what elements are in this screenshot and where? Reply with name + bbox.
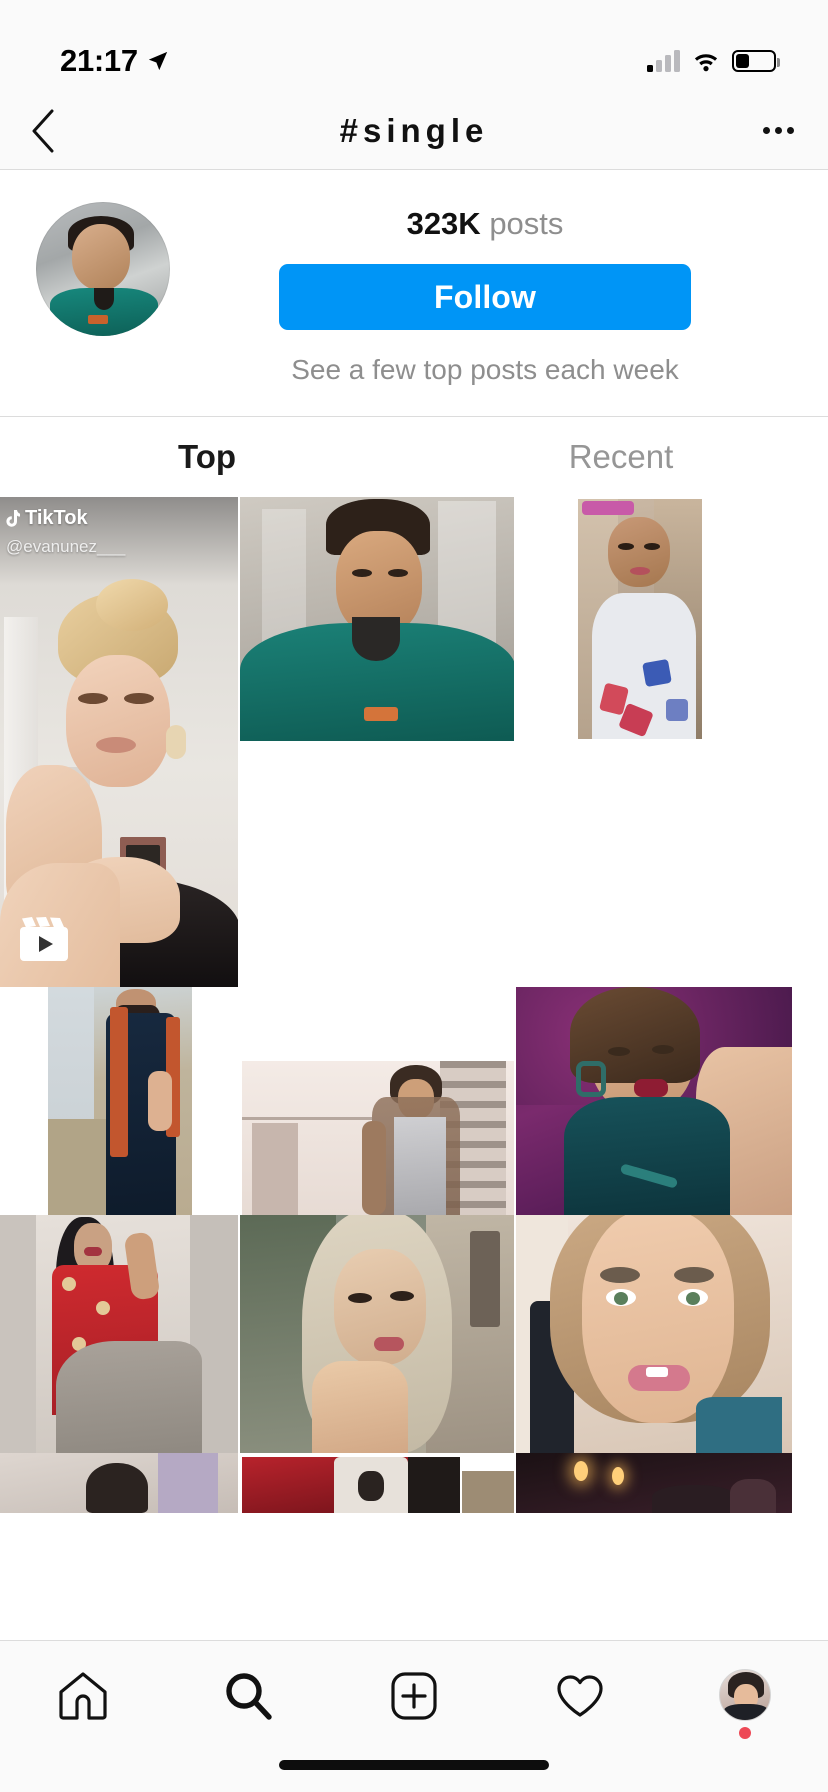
profile-avatar [719,1669,772,1721]
status-time: 21:17 [60,43,138,78]
posts-count-line: 323K posts [407,206,564,242]
avatar-shirt [50,288,158,336]
activity-heart-icon [556,1675,603,1717]
post-image [242,1061,514,1215]
more-options-icon [763,127,770,134]
post-woman-saree[interactable] [0,987,240,1215]
post-woman-blonde-selfie[interactable] [516,1215,792,1453]
tiktok-watermark: TikTok [4,507,88,530]
post-tall-makeup[interactable]: TikTok @evanunez___ [0,497,240,987]
nav-profile[interactable] [662,1669,828,1739]
location-arrow-icon [148,51,167,71]
post-image [242,1457,460,1513]
post-image [516,1453,792,1513]
post-girl-earphones[interactable] [516,497,792,741]
grid-row-5-partial [0,1453,828,1513]
post-image [0,497,238,987]
hashtag-avatar[interactable] [36,202,170,336]
post-man-teal-sweater[interactable] [240,497,516,741]
cellular-signal-icon [647,50,680,72]
post-partial-left[interactable] [0,1453,240,1513]
status-bar: 21:17 [0,0,828,92]
post-image [240,497,514,741]
hashtag-meta: 323K posts Follow See a few top posts ea… [170,196,800,386]
post-image [0,1215,238,1453]
posts-label: posts [489,206,564,241]
home-indicator [279,1760,549,1770]
hashtag-header: 323K posts Follow See a few top posts ea… [0,170,828,417]
post-image [516,1215,792,1453]
home-icon [59,1672,107,1720]
reel-icon [20,917,68,961]
post-woman-purple-couch[interactable] [516,987,792,1215]
grid-row-3 [0,987,828,1215]
status-bar-left: 21:17 [60,43,169,79]
post-image [578,499,702,739]
follow-button[interactable]: Follow [279,264,691,330]
tiktok-brand-label: TikTok [25,507,88,529]
nav-activity[interactable] [497,1669,663,1723]
tab-top[interactable]: Top [0,417,414,497]
hashtag-subtitle: See a few top posts each week [291,354,679,385]
search-icon [226,1673,273,1720]
post-image [48,987,192,1215]
avatar-container [36,196,170,336]
post-woman-red-dress[interactable] [0,1215,240,1453]
post-grid: TikTok @evanunez___ [0,497,828,1513]
tab-recent[interactable]: Recent [414,417,828,497]
notification-dot [739,1727,752,1739]
post-partial-middle[interactable] [240,1453,516,1513]
nav-add-post[interactable] [331,1669,497,1723]
grid-row-4 [0,1215,828,1453]
tiktok-handle: @evanunez___ [6,537,126,556]
post-girl-hijab[interactable] [240,1215,516,1453]
nav-bar: #single [0,92,828,170]
chevron-left-icon [32,109,54,152]
wifi-icon [694,54,718,72]
status-bar-right [647,50,780,72]
post-image [240,1215,514,1453]
more-options-button[interactable] [738,103,794,159]
avatar-face [72,224,130,290]
add-post-icon [391,1672,437,1720]
tiktok-note-icon [6,509,20,527]
post-image [516,987,792,1215]
tab-bar: Top Recent [0,417,828,497]
post-image-2 [462,1471,514,1513]
post-partial-right[interactable] [516,1453,792,1513]
nav-home[interactable] [0,1669,166,1723]
back-button[interactable] [30,103,86,159]
battery-icon [732,50,780,72]
post-girl-stairs[interactable] [240,987,516,1215]
posts-count: 323K [406,206,481,241]
nav-search[interactable] [166,1669,332,1723]
post-image [0,1453,238,1513]
page-title: #single [339,111,489,149]
avatar-shirt-logo [88,315,108,324]
